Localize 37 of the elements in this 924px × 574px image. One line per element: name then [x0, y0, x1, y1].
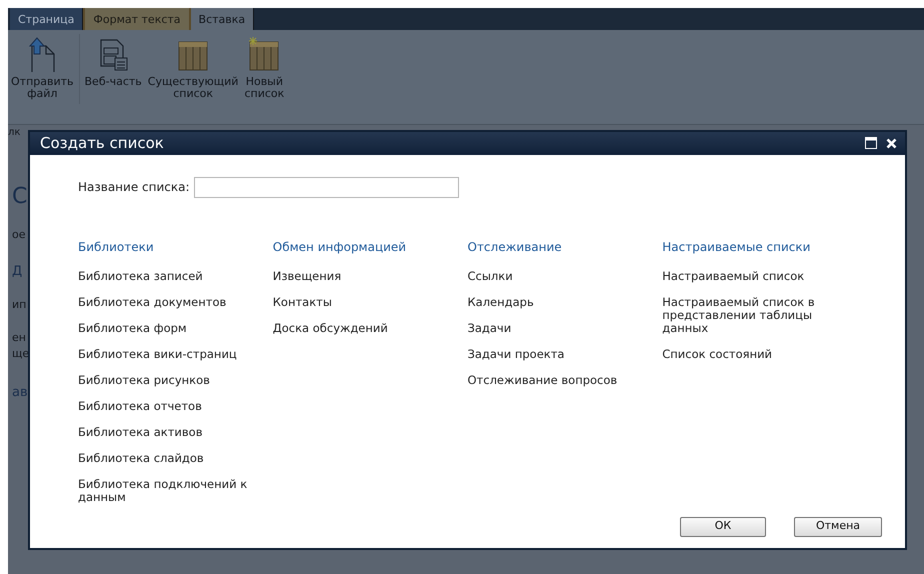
list-type-link[interactable]: Извещения — [272, 270, 468, 282]
list-type-link[interactable]: Отслеживание вопросов — [468, 374, 662, 386]
page-title: С — [12, 183, 28, 211]
category-heading: Отслеживание — [468, 238, 563, 256]
field-label: Название списка: — [78, 179, 190, 196]
category-heading: Библиотеки — [78, 238, 155, 256]
ribbon-group-label: лк — [8, 126, 22, 140]
dialog-title: Создать список — [40, 133, 164, 154]
maximize-icon[interactable] — [865, 137, 877, 150]
list-type-link[interactable]: Библиотека вики-страниц — [78, 348, 273, 360]
list-type-link[interactable]: Библиотека подключений к данным — [78, 478, 273, 504]
list-type-link[interactable]: Задачи — [468, 322, 662, 334]
page-text: ип — [12, 297, 28, 313]
list-type-link[interactable]: Настраиваемый список — [662, 270, 857, 282]
list-type-link[interactable]: Библиотека записей — [78, 270, 273, 282]
page-text: ое — [12, 227, 26, 243]
list-type-link[interactable]: Библиотека слайдов — [78, 452, 273, 464]
category-heading: Настраиваемые списки — [662, 238, 812, 256]
ribbon-tab[interactable]: Страница — [10, 8, 84, 30]
list-type-link[interactable]: Список состояний — [662, 348, 857, 360]
list-type-link[interactable]: Задачи проекта — [468, 348, 662, 360]
list-type-link[interactable]: Библиотека отчетов — [78, 400, 273, 412]
list-type-link[interactable]: Библиотека активов — [78, 426, 273, 438]
list-type-link[interactable]: Настраиваемый список в представлении таблицы данных — [662, 296, 857, 334]
close-icon[interactable] — [886, 138, 897, 149]
list-type-link[interactable]: Библиотека форм — [78, 322, 273, 334]
page-text: ен — [12, 330, 27, 346]
list-type-link[interactable]: Ссылки — [468, 270, 662, 282]
list-type-link[interactable]: Доска обсуждений — [272, 322, 468, 334]
list-type-link[interactable]: Календарь — [468, 296, 662, 308]
ok-button[interactable]: ОК — [680, 516, 766, 536]
list-type-link[interactable]: Библиотека документов — [78, 296, 273, 308]
list-type-link[interactable]: Библиотека рисунков — [78, 374, 273, 386]
list-name-field[interactable] — [194, 176, 459, 198]
cancel-button[interactable]: Отмена — [794, 516, 882, 536]
list-type-link[interactable]: Контакты — [272, 296, 468, 308]
category-heading: Обмен информацией — [272, 238, 408, 256]
